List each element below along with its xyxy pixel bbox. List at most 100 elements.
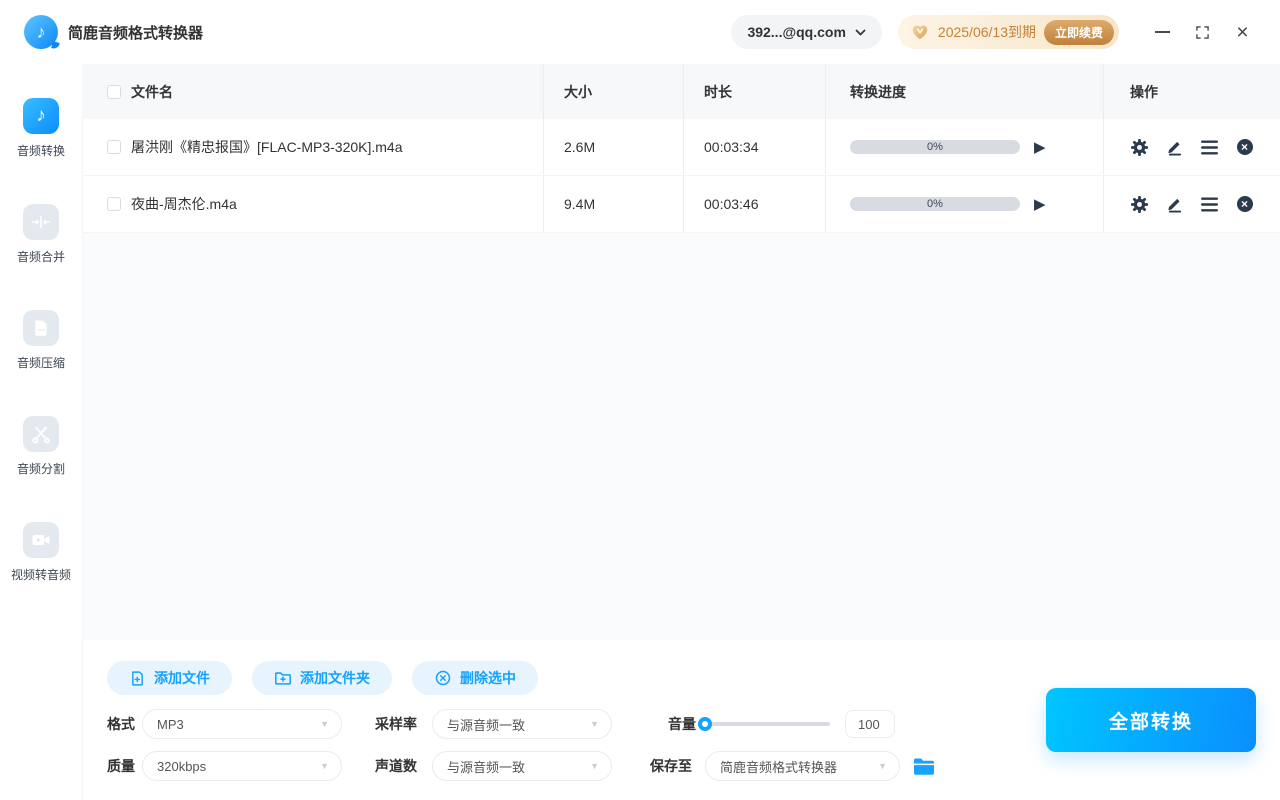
row-checkbox[interactable] xyxy=(107,140,121,154)
open-folder-button[interactable] xyxy=(913,757,935,776)
close-button[interactable]: × xyxy=(1227,17,1258,48)
app-title: 简鹿音频格式转换器 xyxy=(68,24,204,42)
account-email: 392...@qq.com xyxy=(747,24,846,40)
delete-row-button[interactable]: × xyxy=(1235,195,1254,214)
volume-input[interactable] xyxy=(845,710,895,738)
window-controls: × xyxy=(1147,17,1258,48)
save-to-value: 简鹿音频格式转换器 xyxy=(720,759,838,775)
channels-label: 声道数 xyxy=(375,758,417,774)
file-duration: 00:03:34 xyxy=(704,139,759,155)
sidebar: ♪ 音频转换 音频合并 音频压缩 音频分割 视频转音频 xyxy=(0,64,83,800)
sample-rate-select[interactable]: 与源音频一致 ▼ xyxy=(432,709,612,739)
save-to-label: 保存至 xyxy=(650,758,692,774)
file-plus-icon xyxy=(132,670,143,686)
save-to-select[interactable]: 简鹿音频格式转换器 ▼ xyxy=(705,751,900,781)
progress-bar: 0% xyxy=(850,140,1020,154)
format-label: 格式 xyxy=(107,716,135,732)
play-button[interactable]: ▶ xyxy=(1034,197,1046,212)
add-folder-button[interactable]: 添加文件夹 xyxy=(252,661,392,695)
volume-slider[interactable] xyxy=(698,717,830,731)
sidebar-item-audio-compress[interactable]: 音频压缩 xyxy=(17,310,65,371)
settings-gear-button[interactable] xyxy=(1130,195,1149,214)
maximize-button[interactable] xyxy=(1187,17,1218,48)
header-filename: 文件名 xyxy=(131,83,173,100)
pencil-icon xyxy=(1168,198,1182,213)
sample-rate-label: 采样率 xyxy=(375,716,417,732)
volume-slider-knob[interactable] xyxy=(698,717,712,731)
settings-gear-button[interactable] xyxy=(1130,138,1149,157)
sidebar-item-audio-split[interactable]: 音频分割 xyxy=(17,416,65,477)
volume-label: 音量 xyxy=(668,716,696,732)
pencil-icon xyxy=(1168,141,1182,156)
gear-icon xyxy=(1130,195,1149,213)
topbar: ♪ 简鹿音频格式转换器 392...@qq.com 2025/06/13到期 立… xyxy=(0,0,1280,64)
header-progress: 转换进度 xyxy=(850,83,906,100)
quality-value: 320kbps xyxy=(157,758,207,774)
channels-value: 与源音频一致 xyxy=(447,759,526,775)
sidebar-item-audio-merge[interactable]: 音频合并 xyxy=(17,204,65,265)
delete-selected-label: 删除选中 xyxy=(460,670,516,686)
x-circle-icon: × xyxy=(1236,196,1253,212)
hamburger-icon xyxy=(1201,197,1218,211)
minimize-icon xyxy=(1155,31,1170,33)
close-icon: × xyxy=(1236,20,1249,44)
add-file-button[interactable]: 添加文件 xyxy=(107,661,232,695)
sidebar-item-label: 音频分割 xyxy=(16,462,65,476)
circle-x-icon xyxy=(435,670,451,686)
sidebar-item-audio-convert[interactable]: ♪ 音频转换 xyxy=(17,98,65,159)
folder-plus-icon xyxy=(275,672,291,685)
app-window: ♪ 简鹿音频格式转换器 392...@qq.com 2025/06/13到期 立… xyxy=(0,0,1280,800)
progress-bar: 0% xyxy=(850,197,1020,211)
dropdown-arrow-icon: ▼ xyxy=(590,761,599,771)
info-list-button[interactable] xyxy=(1200,138,1219,157)
music-note-icon: ♪ xyxy=(22,98,59,134)
row-checkbox[interactable] xyxy=(107,197,121,211)
progress-label: 0% xyxy=(927,141,943,153)
sidebar-item-video-to-audio[interactable]: 视频转音频 xyxy=(11,522,71,583)
progress-label: 0% xyxy=(927,198,943,210)
edit-button[interactable] xyxy=(1165,195,1184,214)
edit-button[interactable] xyxy=(1165,138,1184,157)
header-actions: 操作 xyxy=(1130,83,1158,100)
license-banner: 2025/06/13到期 立即续费 xyxy=(897,15,1119,49)
dropdown-arrow-icon: ▼ xyxy=(878,761,887,771)
bottom-panel: 添加文件 添加文件夹 删除选中 格式 MP3 ▼ 采样率 与源音频一致 ▼ 音量… xyxy=(83,640,1280,800)
add-folder-label: 添加文件夹 xyxy=(300,670,370,686)
info-list-button[interactable] xyxy=(1200,195,1219,214)
header-size: 大小 xyxy=(564,83,592,100)
account-dropdown[interactable]: 392...@qq.com xyxy=(731,15,882,49)
sidebar-item-label: 音频压缩 xyxy=(16,356,65,370)
chevron-down-icon xyxy=(855,29,866,35)
delete-selected-button[interactable]: 删除选中 xyxy=(412,661,538,695)
dropdown-arrow-icon: ▼ xyxy=(320,719,329,729)
dropdown-arrow-icon: ▼ xyxy=(590,719,599,729)
quality-select[interactable]: 320kbps ▼ xyxy=(142,751,342,781)
play-button[interactable]: ▶ xyxy=(1034,140,1046,155)
file-list-empty-area xyxy=(83,233,1280,640)
dropdown-arrow-icon: ▼ xyxy=(320,761,329,771)
compress-file-icon xyxy=(22,310,59,346)
sidebar-item-label: 音频合并 xyxy=(16,250,65,264)
minimize-button[interactable] xyxy=(1147,17,1178,48)
vip-heart-icon xyxy=(912,25,928,40)
actions-row: 添加文件 添加文件夹 删除选中 xyxy=(107,640,1280,695)
quality-label: 质量 xyxy=(107,758,135,774)
renew-button[interactable]: 立即续费 xyxy=(1043,19,1114,45)
channels-select[interactable]: 与源音频一致 ▼ xyxy=(432,751,612,781)
file-name: 夜曲-周杰伦.m4a xyxy=(131,196,237,212)
format-select[interactable]: MP3 ▼ xyxy=(142,709,342,739)
video-camera-icon xyxy=(22,522,59,558)
maximize-icon xyxy=(1196,25,1209,39)
file-size: 2.6M xyxy=(564,139,596,155)
header-duration: 时长 xyxy=(704,83,732,100)
select-all-checkbox[interactable] xyxy=(107,84,121,99)
gear-icon xyxy=(1130,138,1149,156)
delete-row-button[interactable]: × xyxy=(1235,138,1254,157)
scissors-icon xyxy=(22,416,59,452)
topbar-right: 392...@qq.com 2025/06/13到期 立即续费 × xyxy=(731,15,1258,49)
convert-all-button[interactable]: 全部转换 xyxy=(1046,688,1256,752)
file-duration: 00:03:46 xyxy=(704,196,759,212)
table-row: 夜曲-周杰伦.m4a 9.4M 00:03:46 0% ▶ × xyxy=(83,176,1280,233)
add-file-label: 添加文件 xyxy=(154,670,210,686)
table-header: 文件名 大小 时长 转换进度 操作 xyxy=(83,64,1280,119)
